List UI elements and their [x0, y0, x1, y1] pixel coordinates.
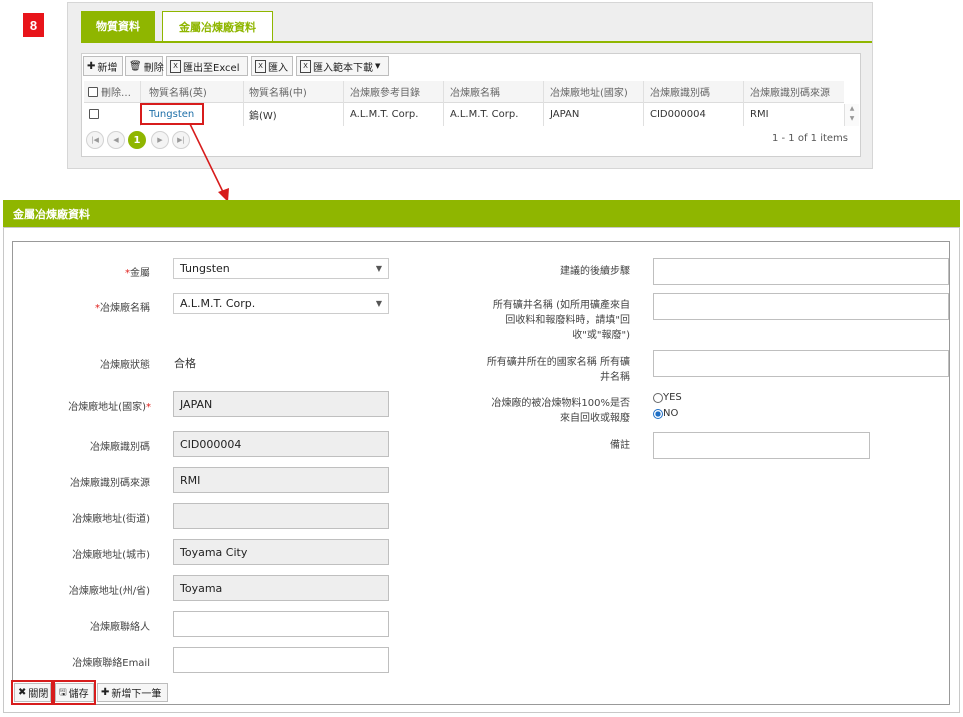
street-label: 冶煉廠地址(街道)	[72, 514, 150, 525]
mine-name-label: 所有礦井名稱 (如所用礦產來自回收料和報廢料時，請填"回收"或"報廢")	[492, 300, 630, 341]
metal-label: *金屬	[125, 268, 150, 279]
prev-page-icon[interactable]: ◀	[107, 131, 125, 149]
column-divider	[543, 81, 544, 126]
smelter-name-select[interactable]: A.L.M.T. Corp. ▼	[173, 293, 389, 314]
grid-header-ref-list[interactable]: 冶煉廠參考目錄	[350, 81, 420, 102]
column-divider	[443, 81, 444, 126]
country-label: 冶煉廠地址(國家)*	[68, 402, 151, 413]
page-info: 1 - 1 of 1 items	[771, 133, 848, 144]
highlight-box-close	[11, 680, 53, 705]
scroll-up-icon[interactable]: ▲	[845, 104, 859, 114]
highlight-box-save	[53, 680, 96, 705]
grid-header-name-en[interactable]: 物質名稱(英)	[149, 81, 207, 102]
radio-no-input[interactable]	[653, 408, 663, 419]
email-field[interactable]	[173, 647, 389, 673]
grid-header-id-source[interactable]: 冶煉廠識別碼來源	[750, 81, 830, 102]
smelter-name-label: *冶煉廠名稱	[95, 303, 150, 314]
first-page-icon[interactable]: |◀	[86, 131, 104, 149]
import-template-download-button[interactable]: X 匯入範本下載 ▼	[296, 56, 389, 76]
city-field[interactable]: Toyama City	[173, 539, 389, 565]
row-checkbox[interactable]	[89, 109, 99, 119]
id-source-label: 冶煉廠識別碼來源	[70, 478, 150, 489]
city-label: 冶煉廠地址(城市)	[72, 550, 150, 561]
plus-icon: ✚	[101, 687, 110, 698]
tab-underline	[81, 41, 872, 43]
grid-header-smelter-name[interactable]: 冶煉廠名稱	[450, 81, 500, 102]
dialog-title-bar: 金屬冶煉廠資料	[3, 200, 960, 227]
table-row-checkbox-cell[interactable]	[89, 104, 99, 124]
column-divider	[243, 81, 244, 126]
recycled-label: 冶煉廠的被冶煉物料100%是否來自回收或報廢	[491, 398, 630, 424]
grid-header-smelter-id[interactable]: 冶煉廠識別碼	[650, 81, 710, 102]
table-cell-smelter-name: A.L.M.T. Corp.	[450, 108, 519, 120]
plus-icon: ✚	[87, 60, 96, 72]
contact-label: 冶煉廠聯絡人	[90, 622, 150, 633]
excel-icon: X	[255, 59, 266, 73]
column-divider	[343, 81, 344, 126]
grid-header-country[interactable]: 冶煉廠地址(國家)	[550, 81, 628, 102]
import-button[interactable]: X 匯入	[251, 56, 293, 76]
chevron-down-icon: ▼	[375, 299, 382, 308]
pointer-arrow-icon	[189, 123, 229, 202]
street-field[interactable]	[173, 503, 389, 529]
table-cell-id-source: RMI	[750, 108, 769, 120]
smelter-id-label: 冶煉廠識別碼	[90, 442, 150, 453]
step-number-badge: 8	[23, 13, 44, 37]
remark-label: 備註	[610, 440, 630, 451]
next-steps-label: 建議的後續步驟	[560, 266, 630, 277]
excel-icon: X	[170, 59, 181, 73]
id-source-field[interactable]: RMI	[173, 467, 389, 493]
mine-country-label: 所有礦井所在的國家名稱 所有礦井名稱	[486, 357, 630, 383]
column-divider	[643, 81, 644, 126]
delete-button[interactable]: 🗑 刪除	[125, 56, 164, 76]
country-field[interactable]: JAPAN	[173, 391, 389, 417]
table-cell-country: JAPAN	[550, 108, 580, 120]
state-label: 冶煉廠地址(州/省)	[68, 586, 150, 597]
table-cell-name-zh: 鎢(W)	[249, 110, 277, 122]
next-page-icon[interactable]: ▶	[151, 131, 169, 149]
caret-down-icon: ▼	[375, 62, 381, 70]
table-cell-ref-list: A.L.M.T. Corp.	[350, 108, 419, 120]
column-divider	[743, 81, 744, 126]
table-cell-smelter-id: CID000004	[650, 108, 706, 120]
mine-name-field[interactable]	[653, 293, 949, 320]
add-button[interactable]: ✚ 新增	[83, 56, 123, 76]
grid-scrollbar[interactable]: ▲ ▼	[844, 104, 859, 126]
grid-header-name-zh[interactable]: 物質名稱(中)	[249, 81, 307, 102]
radio-no[interactable]: NO	[653, 408, 678, 419]
trash-icon: 🗑	[129, 60, 142, 72]
status-value: 合格	[174, 357, 196, 370]
email-label: 冶煉廠聯絡Email	[72, 658, 150, 669]
scroll-down-icon[interactable]: ▼	[845, 114, 859, 124]
tab-smelter-data[interactable]: 金屬冶煉廠資料	[162, 11, 273, 42]
add-next-button[interactable]: ✚ 新增下一筆	[97, 683, 168, 702]
radio-yes[interactable]: YES	[653, 392, 682, 403]
contact-field[interactable]	[173, 611, 389, 637]
state-field[interactable]: Toyama	[173, 575, 389, 601]
dialog-title: 金屬冶煉廠資料	[13, 207, 90, 221]
excel-icon: X	[300, 59, 311, 73]
export-excel-button[interactable]: X 匯出至Excel	[166, 56, 248, 76]
grid-header-delete[interactable]: 刪除…	[88, 81, 131, 102]
remark-field[interactable]	[653, 432, 870, 459]
tab-material-data[interactable]: 物質資料	[81, 11, 155, 41]
status-label: 冶煉廠狀態	[100, 360, 150, 371]
radio-yes-input[interactable]	[653, 392, 663, 403]
mine-country-field[interactable]	[653, 350, 949, 377]
select-all-checkbox[interactable]	[88, 86, 98, 97]
next-steps-field[interactable]	[653, 258, 949, 285]
page-number-button[interactable]: 1	[128, 131, 146, 149]
